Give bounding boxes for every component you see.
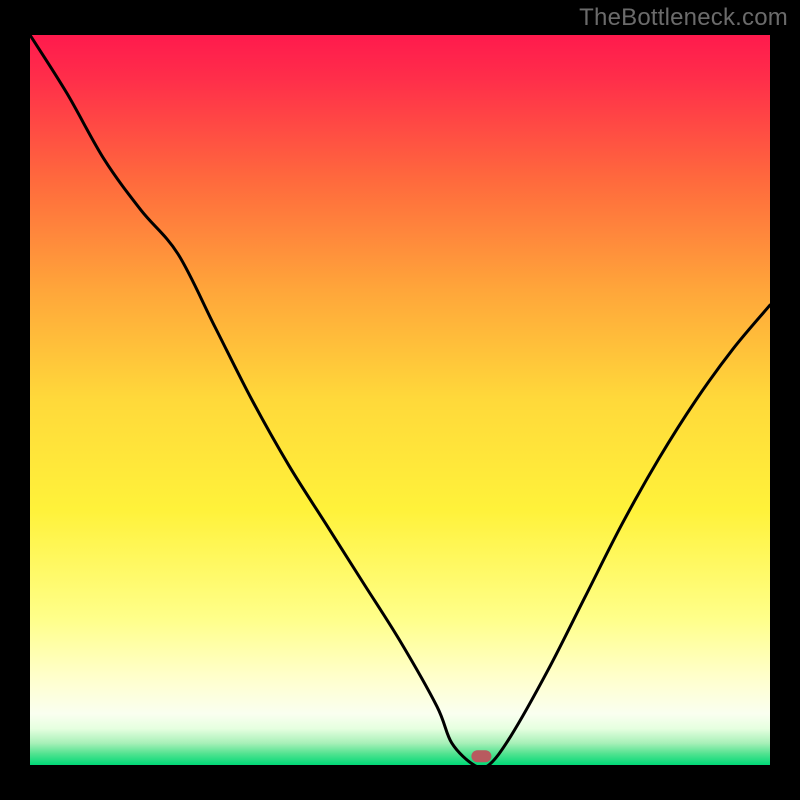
gradient-background (30, 35, 770, 765)
chart-plot-area (30, 35, 770, 765)
chart-svg (30, 35, 770, 765)
optimal-marker (471, 750, 491, 762)
watermark-text: TheBottleneck.com (579, 4, 788, 32)
chart-frame: TheBottleneck.com (0, 0, 800, 800)
